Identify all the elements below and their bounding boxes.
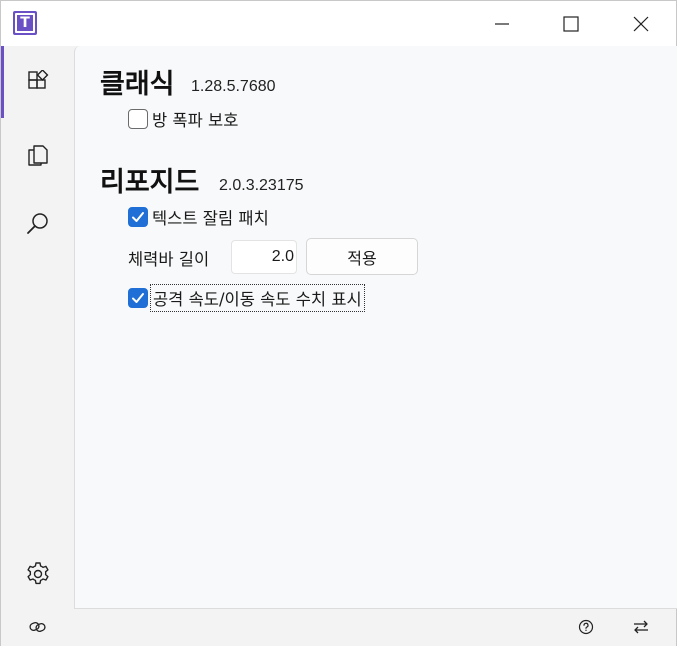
checkbox-box[interactable] [128,207,148,227]
version-classic: 1.28.5.7680 [191,78,276,95]
checkmark-icon [132,212,144,222]
bottom-bar [1,609,676,646]
maximize-icon [563,15,579,32]
minimize-icon [495,22,509,25]
swap-button[interactable] [631,617,651,637]
checkbox-label: 방 폭파 보호 [152,111,239,130]
side-navigation [1,46,74,609]
nav-item-settings[interactable] [1,554,74,594]
copy-icon [27,145,48,166]
hpbar-length-label: 체력바 길이 [128,250,210,269]
version-reforged: 2.0.3.23175 [219,177,304,194]
link-icon [29,622,46,632]
maximize-button[interactable] [548,1,594,46]
minimize-button[interactable] [479,1,525,46]
apps-icon [27,70,48,89]
main-content-panel: 클래식 1.28.5.7680 방 폭파 보호 리포지드 2.0.3.23175… [74,46,677,609]
section-title-classic: 클래식 [100,69,175,100]
nav-item-copy[interactable] [1,134,74,174]
gear-icon [26,562,49,585]
help-button[interactable] [576,617,596,637]
checkbox-text-truncation-patch[interactable]: 텍스트 잘림 패치 [128,205,269,229]
checkbox-speed-display[interactable]: 공격 속도/이동 속도 수치 표시 [128,284,365,312]
swap-icon [634,620,648,634]
section-title-reforged: 리포지드 [100,167,200,198]
app-logo: T [13,11,37,35]
nav-item-apps[interactable] [1,62,74,102]
close-button[interactable] [618,1,664,46]
checkbox-label: 공격 속도/이동 속도 수치 표시 [150,284,365,312]
checkmark-icon [132,293,144,303]
apply-button[interactable]: 적용 [306,238,418,275]
checkbox-label: 텍스트 잘림 패치 [152,209,269,228]
app-window: T 클래식 1.28.5.7680 방 폭파 보호 리포지드 2.0.3.231… [0,0,677,646]
title-bar: T [1,1,676,46]
search-icon [26,213,48,234]
link-button[interactable] [28,617,48,637]
hpbar-length-input[interactable]: 2.0 [231,240,297,274]
checkbox-box[interactable] [128,109,148,129]
checkbox-room-blast-protection[interactable]: 방 폭파 보호 [128,107,238,131]
nav-item-search[interactable] [1,204,74,244]
close-icon [633,16,649,31]
checkbox-box[interactable] [128,288,148,308]
help-icon [578,619,594,635]
app-logo-letter: T [15,13,35,33]
